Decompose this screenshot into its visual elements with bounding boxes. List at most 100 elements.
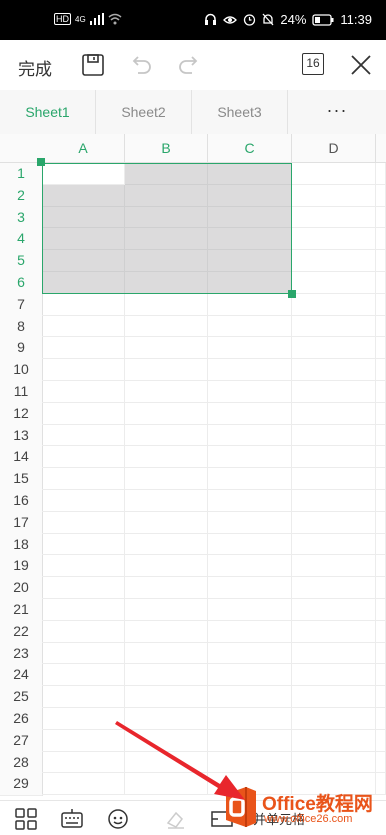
- row-header[interactable]: 4: [0, 228, 43, 252]
- grid-cell[interactable]: [292, 250, 376, 272]
- close-icon[interactable]: [348, 52, 374, 78]
- grid-cell[interactable]: [292, 402, 376, 425]
- row-header[interactable]: 9: [0, 337, 43, 361]
- grid-cell[interactable]: [376, 381, 386, 403]
- grid-cell[interactable]: [125, 751, 208, 774]
- grid-cell[interactable]: [208, 729, 292, 752]
- grid-cell[interactable]: [376, 250, 386, 272]
- grid-cell[interactable]: [125, 577, 208, 599]
- grid-cell[interactable]: [125, 555, 208, 578]
- grid-cell[interactable]: [292, 686, 376, 708]
- assistant-icon[interactable]: [106, 807, 130, 831]
- grid-cell[interactable]: [125, 446, 208, 469]
- selection-start-handle[interactable]: [37, 158, 45, 166]
- row-header[interactable]: 22: [0, 620, 43, 644]
- grid-cell[interactable]: [208, 664, 292, 687]
- grid-cell[interactable]: [42, 315, 125, 338]
- grid-cell[interactable]: [208, 359, 292, 381]
- grid-cell[interactable]: [42, 686, 125, 708]
- grid-cell[interactable]: [376, 751, 386, 774]
- grid-cell[interactable]: [292, 163, 376, 185]
- grid-cell[interactable]: [42, 773, 125, 796]
- grid-cell[interactable]: [376, 272, 386, 294]
- grid-cell[interactable]: [42, 272, 125, 294]
- row-header[interactable]: 13: [0, 424, 43, 448]
- grid-cell[interactable]: [125, 664, 208, 687]
- row-header[interactable]: 24: [0, 664, 43, 688]
- row-header[interactable]: 26: [0, 708, 43, 731]
- grid-cell[interactable]: [376, 424, 386, 447]
- grid-cell[interactable]: [376, 533, 386, 556]
- grid-cell[interactable]: [42, 664, 125, 687]
- grid-cell[interactable]: [125, 708, 208, 730]
- grid-cell[interactable]: [376, 163, 386, 185]
- grid-cell[interactable]: [42, 206, 125, 229]
- grid-cell[interactable]: [125, 729, 208, 752]
- row-header[interactable]: 23: [0, 642, 43, 666]
- grid-cell[interactable]: [125, 424, 208, 447]
- grid-cell[interactable]: [208, 511, 292, 534]
- grid-cell[interactable]: [208, 686, 292, 708]
- grid-cell[interactable]: [42, 293, 125, 316]
- grid-cell[interactable]: [42, 708, 125, 730]
- grid-cell[interactable]: [208, 184, 292, 207]
- row-header[interactable]: 10: [0, 359, 43, 382]
- grid-cell[interactable]: [208, 250, 292, 272]
- eraser-icon[interactable]: [164, 807, 188, 831]
- grid-cell[interactable]: [376, 293, 386, 316]
- grid-cell[interactable]: [208, 315, 292, 338]
- grid-cell[interactable]: [42, 490, 125, 512]
- grid-cell[interactable]: [376, 664, 386, 687]
- grid-cell[interactable]: [208, 424, 292, 447]
- row-header[interactable]: 11: [0, 381, 43, 404]
- row-header[interactable]: 19: [0, 555, 43, 579]
- row-header[interactable]: 25: [0, 686, 43, 709]
- grid-cell[interactable]: [292, 599, 376, 621]
- grid-cell[interactable]: [376, 184, 386, 207]
- column-header-partial[interactable]: [376, 134, 386, 163]
- grid-cell[interactable]: [208, 468, 292, 490]
- grid-cell[interactable]: [292, 446, 376, 469]
- grid-cell[interactable]: [42, 620, 125, 643]
- grid-cell[interactable]: [42, 424, 125, 447]
- row-header[interactable]: 5: [0, 250, 43, 273]
- column-header-b[interactable]: B: [125, 134, 208, 163]
- grid-cell[interactable]: [125, 184, 208, 207]
- grid-cell[interactable]: [125, 533, 208, 556]
- grid-cell[interactable]: [376, 642, 386, 665]
- page-count-button[interactable]: 16: [302, 53, 324, 75]
- grid-cell[interactable]: [292, 729, 376, 752]
- grid-cell[interactable]: [42, 511, 125, 534]
- grid-cell[interactable]: [208, 381, 292, 403]
- grid-cell[interactable]: [376, 729, 386, 752]
- grid-cell[interactable]: [125, 293, 208, 316]
- grid-cell[interactable]: [376, 228, 386, 251]
- row-header[interactable]: 15: [0, 468, 43, 491]
- grid-cell[interactable]: [42, 729, 125, 752]
- grid-cell[interactable]: [125, 642, 208, 665]
- grid-cell[interactable]: [292, 315, 376, 338]
- grid-cell[interactable]: [208, 751, 292, 774]
- grid-cell[interactable]: [292, 206, 376, 229]
- grid-cell[interactable]: [292, 272, 376, 294]
- grid-cell[interactable]: [376, 511, 386, 534]
- save-icon[interactable]: [80, 52, 106, 78]
- grid-cell[interactable]: [125, 599, 208, 621]
- grid-cell[interactable]: [42, 555, 125, 578]
- grid-cell[interactable]: [42, 228, 125, 251]
- grid-cell[interactable]: [125, 359, 208, 381]
- grid-cell[interactable]: [292, 577, 376, 599]
- grid-cell[interactable]: [208, 337, 292, 360]
- row-header[interactable]: 17: [0, 511, 43, 535]
- grid-cell[interactable]: [208, 272, 292, 294]
- column-header-a[interactable]: A: [42, 134, 125, 163]
- grid-cell[interactable]: [125, 337, 208, 360]
- grid-cell[interactable]: [125, 272, 208, 294]
- grid-cell[interactable]: [42, 250, 125, 272]
- grid-cell[interactable]: [292, 555, 376, 578]
- grid-cell[interactable]: [125, 402, 208, 425]
- grid-cell[interactable]: [42, 163, 125, 185]
- redo-icon[interactable]: [176, 52, 202, 78]
- grid-cell[interactable]: [292, 708, 376, 730]
- more-tabs-button[interactable]: ···: [288, 90, 386, 134]
